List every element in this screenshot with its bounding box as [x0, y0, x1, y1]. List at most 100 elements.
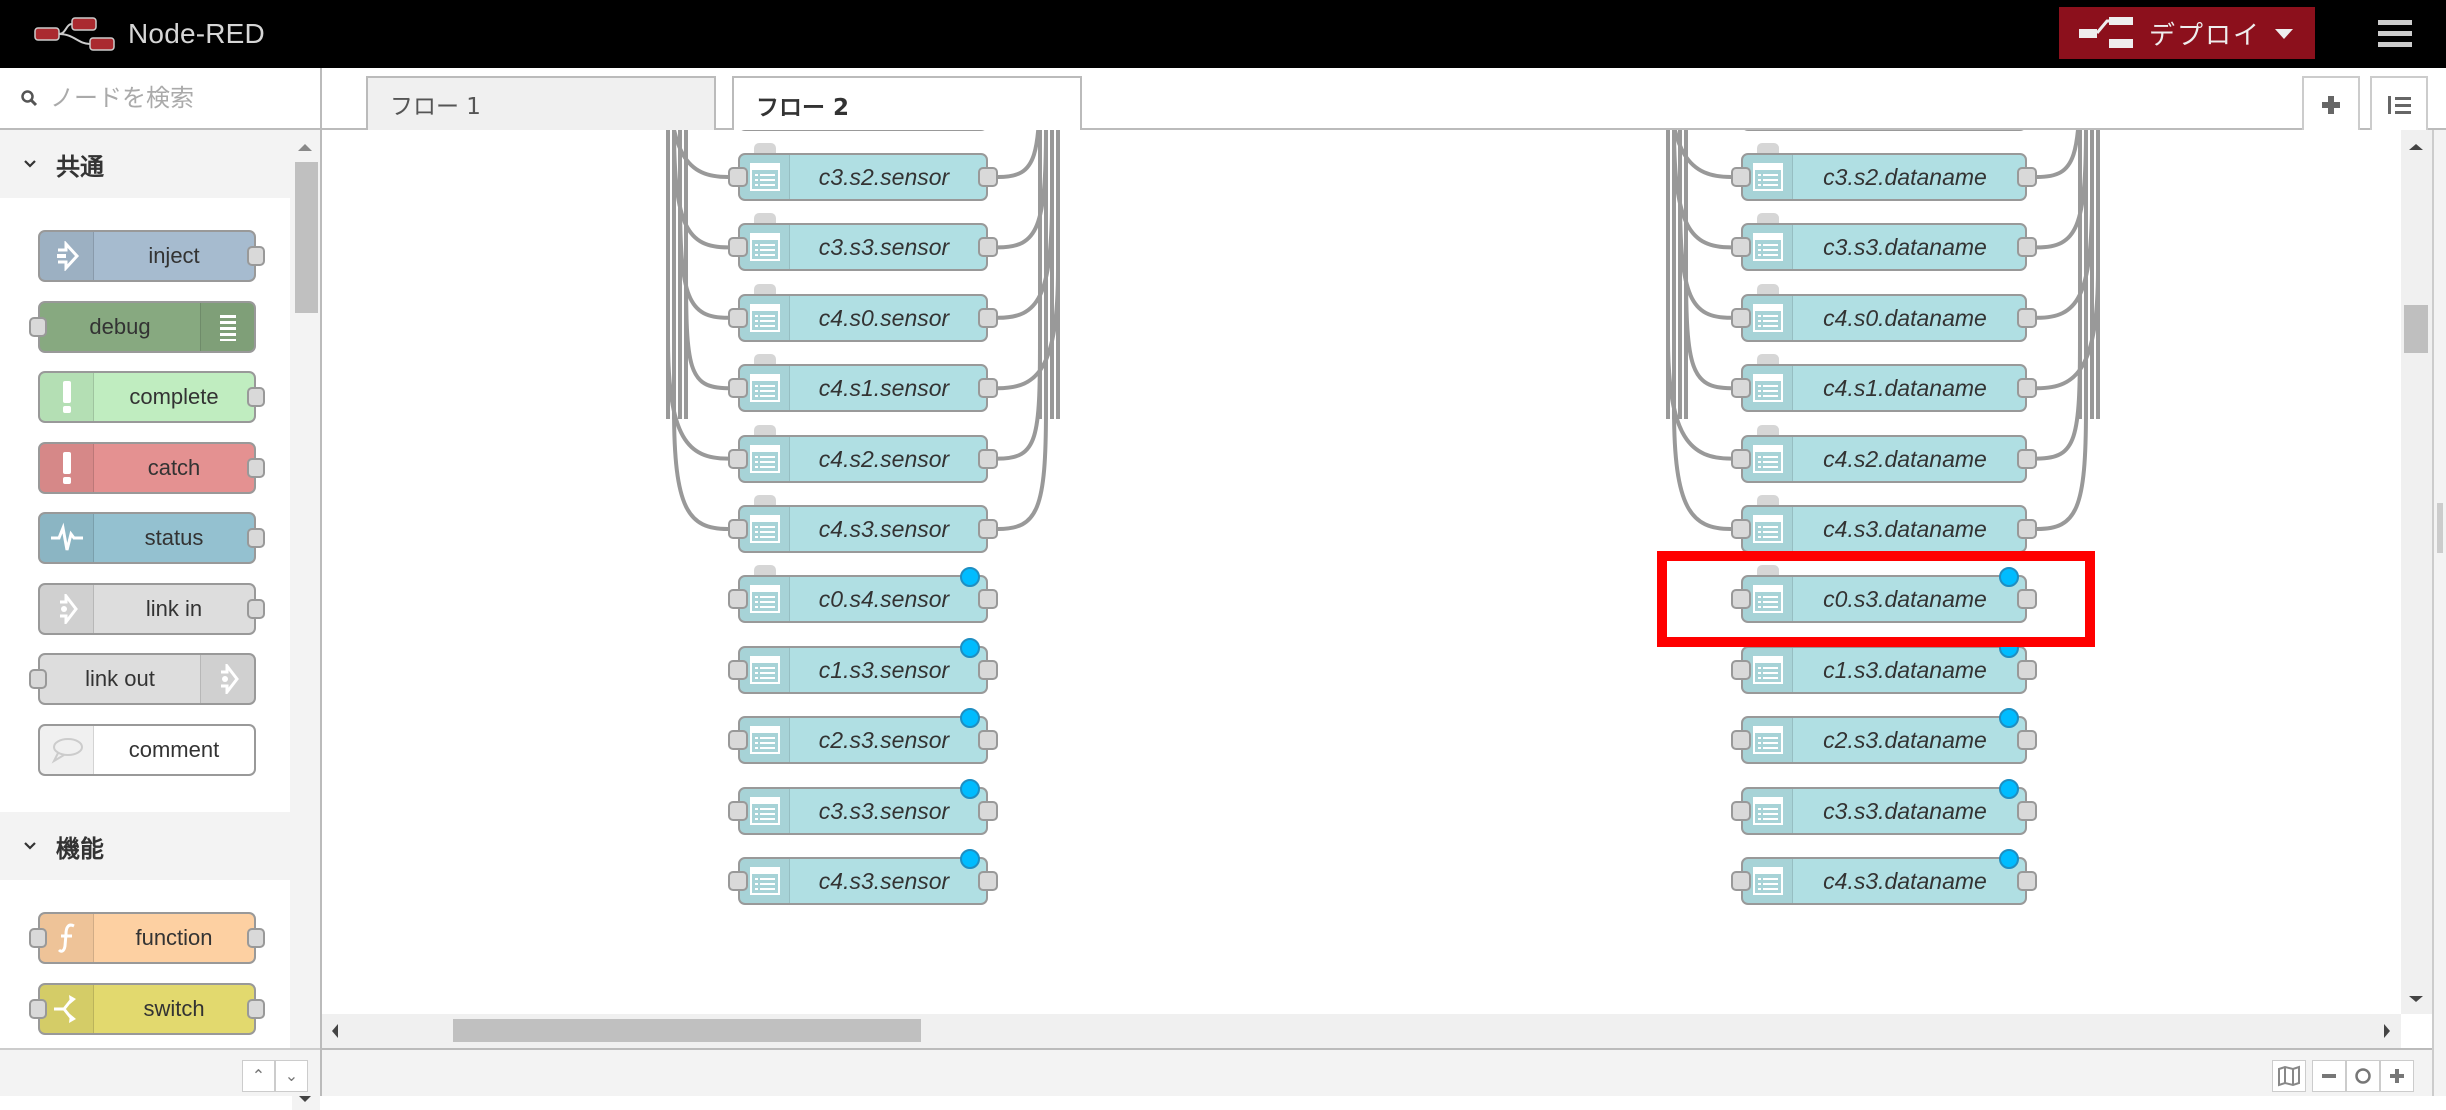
scroll-up-arrow-icon[interactable]	[2409, 144, 2423, 150]
flow-node-c1.s3.sensor[interactable]: c1.s3.sensor	[728, 637, 998, 694]
output-port[interactable]	[2017, 519, 2037, 539]
scroll-left-arrow-icon[interactable]	[332, 1024, 338, 1038]
deploy-button[interactable]: デプロイ	[2059, 7, 2315, 59]
output-port[interactable]	[2017, 659, 2037, 680]
scroll-up-arrow-icon[interactable]	[298, 144, 312, 151]
page-scrollbar-thumb[interactable]	[2437, 503, 2443, 553]
main-menu-button[interactable]	[2378, 20, 2412, 48]
input-port[interactable]	[728, 730, 748, 751]
input-port[interactable]	[1731, 167, 1751, 187]
zoom-out-button[interactable]	[2312, 1060, 2346, 1092]
output-port[interactable]	[978, 730, 998, 751]
tab-flow-2[interactable]: フロー 2	[732, 76, 1082, 132]
flow-node-c1.s3.dataname[interactable]: c1.s3.dataname	[1731, 637, 2037, 694]
input-port[interactable]	[728, 519, 748, 539]
output-port[interactable]	[978, 237, 998, 258]
input-port[interactable]	[1731, 448, 1751, 469]
wire[interactable]	[1684, 268, 1732, 391]
flow-node-c4.s1.sensor[interactable]: c4.s1.sensor	[728, 354, 998, 413]
palette-node-function[interactable]: function	[29, 912, 265, 964]
wire[interactable]	[684, 268, 729, 391]
zoom-reset-button[interactable]	[2346, 1060, 2380, 1092]
canvas-vscroll-thumb[interactable]	[2404, 305, 2428, 353]
flow-node-c4.s0.sensor[interactable]: c4.s0.sensor	[728, 283, 998, 342]
flow-node-c3.s3.dataname[interactable]: c3.s3.dataname	[1731, 778, 2037, 835]
input-port[interactable]	[1731, 659, 1751, 680]
deploy-dropdown-caret-icon[interactable]	[2275, 29, 2293, 39]
input-port[interactable]	[1731, 730, 1751, 751]
wire[interactable]	[666, 338, 729, 461]
flow-node-offscreen[interactable]	[1741, 130, 2027, 131]
page-scrollbar[interactable]	[2432, 130, 2446, 1096]
palette-category-header[interactable]: 機能	[0, 812, 290, 880]
scroll-down-arrow-icon[interactable]	[2409, 996, 2423, 1002]
output-port[interactable]	[978, 448, 998, 469]
palette-node-debug[interactable]: debug	[29, 300, 256, 353]
flow-node-c4.s2.sensor[interactable]: c4.s2.sensor	[728, 424, 998, 483]
palette-search-input[interactable]	[50, 84, 300, 112]
canvas-horizontal-scrollbar[interactable]	[322, 1014, 2401, 1048]
wire[interactable]	[997, 130, 1041, 179]
input-port[interactable]	[728, 659, 748, 680]
output-port[interactable]	[2017, 378, 2037, 399]
wire[interactable]	[2036, 338, 2082, 461]
flow-node-c0.s3.dataname[interactable]: c0.s3.dataname	[1731, 565, 2037, 624]
output-port[interactable]	[978, 307, 998, 328]
wire[interactable]	[1666, 338, 1732, 461]
input-port[interactable]	[1731, 237, 1751, 258]
palette-node-link-out[interactable]: link out	[29, 653, 256, 705]
output-port[interactable]	[978, 378, 998, 399]
output-port[interactable]	[2017, 448, 2037, 469]
output-port[interactable]	[978, 589, 998, 610]
flow-node-c0.s4.sensor[interactable]: c0.s4.sensor	[728, 565, 998, 624]
flow-node-c3.s2.sensor[interactable]: c3.s2.sensor	[728, 143, 998, 201]
palette-category-header[interactable]: 共通	[0, 130, 290, 198]
output-port[interactable]	[2017, 800, 2037, 821]
input-port[interactable]	[728, 800, 748, 821]
palette-scrollbar-thumb[interactable]	[295, 162, 318, 313]
output-port[interactable]	[978, 871, 998, 891]
palette-scrollbar[interactable]	[292, 130, 320, 1110]
flow-node-c4.s2.dataname[interactable]: c4.s2.dataname	[1731, 424, 2037, 483]
wire[interactable]	[1672, 408, 1732, 531]
flow-node-c2.s3.dataname[interactable]: c2.s3.dataname	[1731, 708, 2037, 765]
output-port[interactable]	[978, 800, 998, 821]
output-port[interactable]	[978, 167, 998, 187]
flow-node-c4.s1.dataname[interactable]: c4.s1.dataname	[1731, 354, 2037, 413]
input-port[interactable]	[728, 871, 748, 891]
canvas-vertical-scrollbar[interactable]	[2401, 130, 2432, 1014]
palette-node-status[interactable]: status	[38, 512, 265, 564]
output-port[interactable]	[2017, 167, 2037, 187]
output-port[interactable]	[978, 519, 998, 539]
wire[interactable]	[997, 268, 1060, 391]
wire[interactable]	[997, 338, 1042, 461]
zoom-in-button[interactable]	[2380, 1060, 2414, 1092]
flow-node-c4.s0.dataname[interactable]: c4.s0.dataname	[1731, 283, 2037, 342]
output-port[interactable]	[978, 659, 998, 680]
flow-node-c3.s3.sensor[interactable]: c3.s3.sensor	[728, 213, 998, 272]
scroll-right-arrow-icon[interactable]	[2384, 1024, 2390, 1038]
output-port[interactable]	[2017, 730, 2037, 751]
palette-node-comment[interactable]: comment	[38, 723, 256, 776]
input-port[interactable]	[1731, 378, 1751, 399]
flow-node-c3.s3.dataname[interactable]: c3.s3.dataname	[1731, 213, 2037, 272]
input-port[interactable]	[1731, 307, 1751, 328]
flow-node-c4.s3.dataname[interactable]: c4.s3.dataname	[1731, 849, 2037, 905]
wire[interactable]	[2036, 268, 2100, 391]
flow-list-button[interactable]	[2370, 76, 2428, 132]
palette-node-link-in[interactable]: link in	[38, 582, 265, 635]
flow-node-c4.s3.sensor[interactable]: c4.s3.sensor	[728, 495, 998, 553]
input-port[interactable]	[1731, 800, 1751, 821]
flow-node-c4.s3.sensor[interactable]: c4.s3.sensor	[728, 849, 998, 905]
canvas-hscroll-thumb[interactable]	[453, 1019, 921, 1042]
wire[interactable]	[997, 197, 1054, 320]
input-port[interactable]	[728, 378, 748, 399]
flow-node-c2.s3.sensor[interactable]: c2.s3.sensor	[728, 708, 998, 765]
output-port[interactable]	[2017, 237, 2037, 258]
wire[interactable]	[2036, 197, 2094, 320]
output-port[interactable]	[2017, 307, 2037, 328]
input-port[interactable]	[728, 589, 748, 610]
input-port[interactable]	[728, 167, 748, 187]
expand-all-button[interactable]: ⌄	[275, 1060, 308, 1092]
navigator-button[interactable]	[2272, 1060, 2306, 1092]
